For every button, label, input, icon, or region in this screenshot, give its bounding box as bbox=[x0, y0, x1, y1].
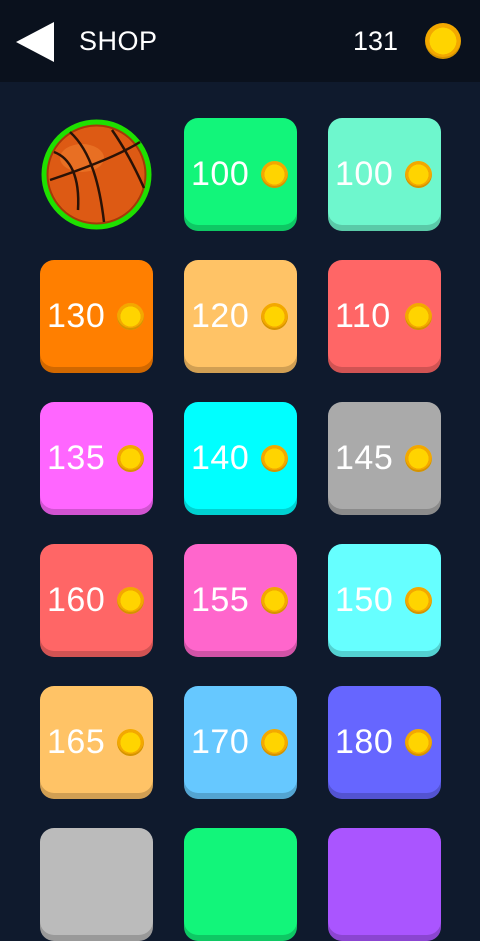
coin-icon bbox=[117, 587, 144, 614]
coin-icon bbox=[117, 303, 144, 330]
shop-grid: 100 100 130 120 110 135 140 145 160 155 150 165 170 1… bbox=[0, 0, 480, 941]
item-price: 150 bbox=[335, 581, 394, 619]
shop-item-tile[interactable] bbox=[328, 828, 441, 941]
coin-icon bbox=[405, 587, 432, 614]
shop-item-tile[interactable]: 165 bbox=[40, 686, 153, 799]
coin-icon bbox=[261, 729, 288, 756]
shop-item-tile[interactable]: 100 bbox=[328, 118, 441, 231]
shop-item-tile[interactable]: 135 bbox=[40, 402, 153, 515]
shop-item-tile[interactable]: 155 bbox=[184, 544, 297, 657]
item-price: 140 bbox=[191, 439, 250, 477]
shop-item-tile[interactable]: 100 bbox=[184, 118, 297, 231]
shop-item-tile[interactable]: 170 bbox=[184, 686, 297, 799]
shop-item-tile[interactable]: 110 bbox=[328, 260, 441, 373]
shop-item-tile[interactable]: 140 bbox=[184, 402, 297, 515]
shop-item-tile[interactable]: 160 bbox=[40, 544, 153, 657]
coin-icon bbox=[117, 729, 144, 756]
coin-icon bbox=[261, 587, 288, 614]
shop-item-tile[interactable]: 145 bbox=[328, 402, 441, 515]
item-price: 160 bbox=[47, 581, 106, 619]
coin-icon bbox=[261, 445, 288, 472]
shop-item-tile[interactable]: 130 bbox=[40, 260, 153, 373]
shop-item-tile[interactable] bbox=[40, 828, 153, 941]
coin-icon bbox=[261, 303, 288, 330]
item-price: 120 bbox=[191, 297, 250, 335]
shop-item-tile[interactable]: 120 bbox=[184, 260, 297, 373]
coin-icon bbox=[117, 445, 144, 472]
item-price: 130 bbox=[47, 297, 106, 335]
item-price: 180 bbox=[335, 723, 394, 761]
item-price: 135 bbox=[47, 439, 106, 477]
coin-icon bbox=[405, 161, 432, 188]
item-price: 145 bbox=[335, 439, 394, 477]
item-price: 155 bbox=[191, 581, 250, 619]
coin-icon bbox=[261, 161, 288, 188]
coin-icon bbox=[405, 445, 432, 472]
coin-icon bbox=[405, 303, 432, 330]
item-price: 165 bbox=[47, 723, 106, 761]
item-price: 110 bbox=[335, 297, 391, 335]
item-price: 100 bbox=[335, 155, 394, 193]
shop-item-tile[interactable]: 150 bbox=[328, 544, 441, 657]
item-price: 170 bbox=[191, 723, 250, 761]
item-price: 100 bbox=[191, 155, 250, 193]
coin-icon bbox=[405, 729, 432, 756]
shop-item-tile[interactable]: 180 bbox=[328, 686, 441, 799]
shop-item-tile[interactable] bbox=[184, 828, 297, 941]
